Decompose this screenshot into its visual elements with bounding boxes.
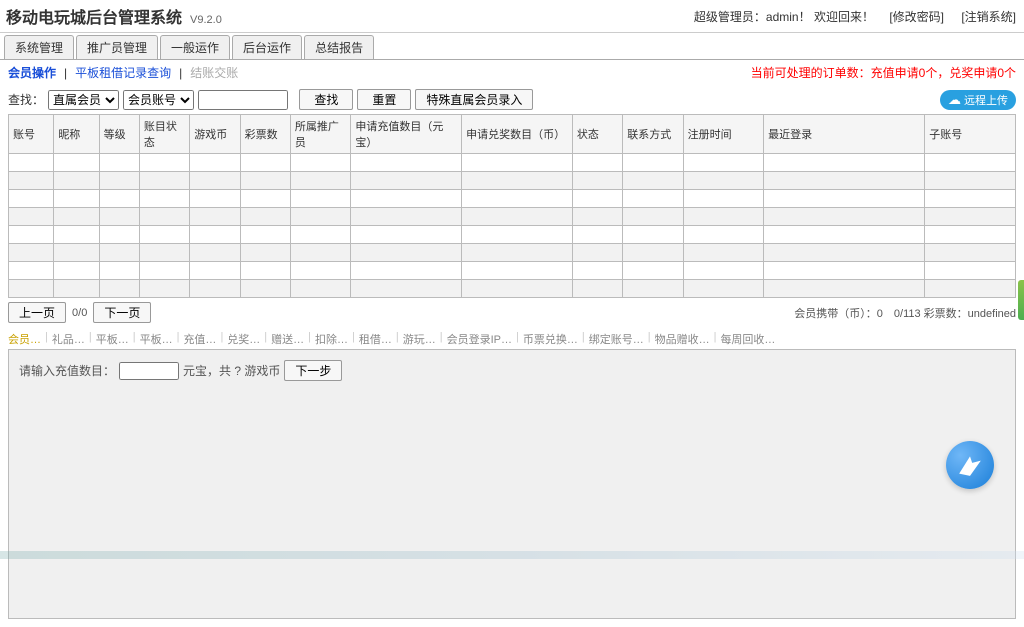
table-row[interactable] [9, 172, 1016, 190]
main-tabs: 系统管理 推广员管理 一般运作 后台运作 总结报告 [0, 35, 1024, 60]
top-links: 超级管理员：admin！ 欢迎回来！ [修改密码] [注销系统] [694, 8, 1018, 25]
floating-app-icon[interactable] [946, 441, 994, 489]
pager-row: 上一页 0/0 下一页 会员携带（币）：0 0/113 彩票数：undefine… [0, 298, 1024, 327]
search-label: 查找： [8, 91, 44, 108]
search-input[interactable] [198, 90, 288, 110]
subtab-member-ops[interactable]: 会员操作 [8, 64, 56, 81]
side-strip[interactable] [1018, 280, 1024, 320]
table-row[interactable] [9, 208, 1016, 226]
col-nickname: 昵称 [54, 115, 99, 154]
tab-promo[interactable]: 推广员管理 [76, 35, 158, 59]
col-subaccount: 子账号 [925, 115, 1016, 154]
col-promoter: 所属推广员 [290, 115, 350, 154]
username: admin！ [766, 10, 811, 24]
col-account: 账号 [9, 115, 54, 154]
subtab-settlement[interactable]: 结账交账 [190, 64, 238, 81]
role-label: 超级管理员： [694, 10, 766, 24]
tab-backend[interactable]: 后台运作 [232, 35, 302, 59]
pager-summary: 会员携带（币）：0 0/113 彩票数：undefined [794, 305, 1016, 321]
welcome-text: 欢迎回来！ [814, 10, 874, 24]
recharge-prompt: 请输入充值数目： [19, 362, 115, 379]
search-button[interactable]: 查找 [299, 89, 353, 110]
next-step-button[interactable]: 下一步 [284, 360, 342, 381]
mini-tab[interactable]: 礼品… [52, 331, 85, 347]
mini-tab[interactable]: 绑定账号… [589, 331, 644, 347]
mini-tab[interactable]: 游玩… [403, 331, 436, 347]
col-redeem-amt: 申请兑奖数目（币） [462, 115, 573, 154]
tab-system[interactable]: 系统管理 [4, 35, 74, 59]
taskbar [0, 551, 1024, 559]
tab-report[interactable]: 总结报告 [304, 35, 374, 59]
prev-page-button[interactable]: 上一页 [8, 302, 66, 323]
mini-tab[interactable]: 币票兑换… [523, 331, 578, 347]
bird-icon [957, 452, 983, 478]
change-password-link[interactable]: [修改密码] [889, 10, 944, 24]
recharge-amount-input[interactable] [119, 362, 179, 380]
table-header-row: 账号 昵称 等级 账目状态 游戏币 彩票数 所属推广员 申请充值数目（元宝） 申… [9, 115, 1016, 154]
table-row[interactable] [9, 244, 1016, 262]
table-row[interactable] [9, 262, 1016, 280]
col-contact: 联系方式 [623, 115, 683, 154]
app-version: V9.2.0 [190, 14, 222, 26]
col-tickets: 彩票数 [240, 115, 290, 154]
table-body [9, 154, 1016, 298]
mini-tabs: 会员… | 礼品… | 平板… | 平板… | 充值… | 兑奖… | 赠送… … [0, 327, 1024, 349]
table-row[interactable] [9, 280, 1016, 298]
col-recharge-amt: 申请充值数目（元宝） [351, 115, 462, 154]
cloud-icon: ☁ [948, 92, 961, 108]
detail-panel: 请输入充值数目： 元宝，共 ? 游戏币 下一步 [8, 349, 1016, 619]
table-row[interactable] [9, 226, 1016, 244]
table-row[interactable] [9, 190, 1016, 208]
page-count: 0/0 [72, 307, 87, 319]
col-reg-time: 注册时间 [683, 115, 764, 154]
search-type-select[interactable]: 直属会员 [48, 90, 119, 110]
remote-upload-button[interactable]: ☁ 远程上传 [940, 90, 1016, 110]
mini-tab[interactable]: 平板… [96, 331, 129, 347]
recharge-unit: 元宝，共 ? 游戏币 [183, 362, 280, 379]
mini-tab[interactable]: 平板… [140, 331, 173, 347]
tab-general-ops[interactable]: 一般运作 [160, 35, 230, 59]
mini-tab[interactable]: 扣除… [315, 331, 348, 347]
special-entry-button[interactable]: 特殊直属会员录入 [415, 89, 533, 110]
search-bar: 查找： 直属会员 会员账号 查找 重置 特殊直属会员录入 ☁ 远程上传 [0, 85, 1024, 114]
mini-tab[interactable]: 租借… [359, 331, 392, 347]
table-row[interactable] [9, 154, 1016, 172]
col-acct-status: 账目状态 [139, 115, 189, 154]
logout-link[interactable]: [注销系统] [961, 10, 1016, 24]
mini-tab[interactable]: 兑奖… [227, 331, 260, 347]
member-table: 账号 昵称 等级 账目状态 游戏币 彩票数 所属推广员 申请充值数目（元宝） 申… [8, 114, 1016, 298]
pending-orders: 当前可处理的订单数：充值申请0个，兑奖申请0个 [751, 64, 1016, 81]
subtab-tablet-records[interactable]: 平板租借记录查询 [75, 64, 171, 81]
col-level: 等级 [99, 115, 139, 154]
app-title: 移动电玩城后台管理系统 [6, 4, 182, 28]
mini-tab[interactable]: 充值… [183, 331, 216, 347]
mini-tab[interactable]: 会员… [8, 331, 41, 347]
col-last-login: 最近登录 [764, 115, 925, 154]
col-status: 状态 [572, 115, 622, 154]
next-page-button[interactable]: 下一页 [93, 302, 151, 323]
mini-tab[interactable]: 赠送… [271, 331, 304, 347]
reset-button[interactable]: 重置 [357, 89, 411, 110]
search-field-select[interactable]: 会员账号 [123, 90, 194, 110]
mini-tab[interactable]: 物品赠收… [655, 331, 710, 347]
mini-tab[interactable]: 会员登录IP… [447, 331, 512, 347]
mini-tab[interactable]: 每周回收… [720, 331, 775, 347]
sub-tabs: 会员操作 | 平板租借记录查询 | 结账交账 [8, 64, 238, 81]
col-coins: 游戏币 [190, 115, 240, 154]
